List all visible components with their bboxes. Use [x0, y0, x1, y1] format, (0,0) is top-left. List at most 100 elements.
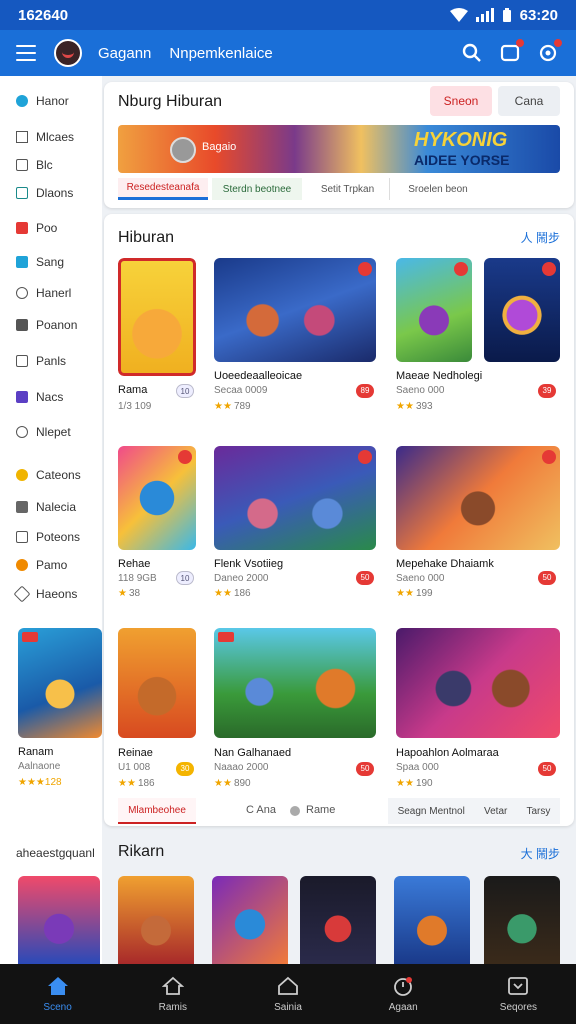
footer-tab-2[interactable]: C Ana	[246, 804, 276, 816]
tab-2[interactable]: Sterdn beotnee	[212, 178, 302, 200]
home-outline-icon	[278, 976, 298, 995]
sidebar-item-16[interactable]: Haeons	[13, 585, 77, 603]
calendar-icon	[16, 531, 28, 543]
notification-icon[interactable]	[498, 39, 524, 65]
wand-icon	[16, 426, 28, 438]
sidebar-item-5[interactable]: Poo	[16, 221, 57, 235]
sidebar-item-label: Pamo	[36, 558, 68, 572]
nav-label: Sceno	[43, 1001, 72, 1013]
promo-game-image[interactable]	[18, 628, 102, 738]
game-tile-image[interactable]	[394, 876, 470, 964]
nav-home[interactable]: Sceno	[0, 964, 115, 1024]
sidebar-item-6[interactable]: Sang	[16, 255, 64, 269]
nav-5[interactable]: Seqores	[461, 964, 576, 1024]
nav-3[interactable]: Sainia	[230, 964, 345, 1024]
primary-button[interactable]: Sneon	[430, 86, 492, 116]
sidebar-item-12[interactable]: Cateons	[16, 468, 81, 482]
footer-tab-1[interactable]: Mlambeohee	[118, 798, 196, 824]
tile-sub: Naaao 2000	[214, 762, 269, 773]
app-logo[interactable]	[54, 39, 82, 67]
search-icon[interactable]	[460, 41, 484, 65]
tile-pill: 50	[538, 762, 556, 776]
sidebar-item-label: Poo	[36, 221, 58, 235]
sidebar-item-11[interactable]: Nlepet	[16, 425, 71, 439]
game-tile-image[interactable]	[214, 258, 376, 362]
game-tile-image[interactable]	[118, 446, 196, 550]
teal-square-icon	[16, 256, 28, 268]
wifi-icon	[449, 8, 468, 22]
house-outline-icon	[161, 976, 184, 995]
timer-icon	[394, 976, 413, 996]
sidebar: Hanor Mlcaes Blc Dlaons Poo Sang Hanerl …	[0, 76, 102, 964]
nav-4[interactable]: Agaan	[346, 964, 461, 1024]
sidebar-item-3[interactable]: Blc	[16, 158, 53, 172]
game-tile-image[interactable]	[484, 876, 560, 964]
footer-tab-5[interactable]: Vetar	[484, 806, 507, 817]
menu-icon[interactable]	[16, 45, 36, 61]
featured-title: Nburg Hiburan	[118, 93, 223, 110]
promo-title: Ranam	[18, 746, 54, 758]
banner-avatar	[170, 137, 196, 163]
sidebar-item-10[interactable]: Nacs	[16, 390, 63, 404]
sidebar-item-home[interactable]: Hanor	[16, 94, 69, 108]
sidebar-item-15[interactable]: Pamo	[16, 558, 67, 572]
section2-see-more[interactable]: 大 鬧步	[521, 845, 560, 862]
tile-pill: 39	[538, 384, 556, 398]
game-tile-image[interactable]	[118, 258, 196, 376]
game-tile-image[interactable]	[396, 446, 560, 550]
section2-left-label[interactable]: aheaestgquanl	[16, 846, 95, 860]
secondary-button[interactable]: Cana	[498, 86, 560, 116]
sidebar-item-8[interactable]: Poanon	[16, 318, 77, 332]
sidebar-item-9[interactable]: Panls	[16, 354, 66, 368]
app-title[interactable]: Gagann	[98, 45, 151, 62]
sidebar-item-7[interactable]: Hanerl	[16, 286, 71, 300]
tab-4[interactable]: Sroelen beon	[396, 178, 480, 200]
footer-tab-3[interactable]: Rame	[306, 804, 335, 816]
game-tile-image[interactable]	[212, 876, 288, 964]
sidebar-item-label: Poteons	[36, 530, 81, 544]
featured-card: Nburg Hiburan Sneon Cana Bagaio HYKONIG …	[104, 82, 574, 208]
game-tile-image[interactable]	[214, 628, 376, 738]
promo-sub: Aalnaone	[18, 761, 61, 772]
gift-icon	[16, 559, 28, 571]
game-tile-image[interactable]	[396, 258, 472, 362]
tab-3[interactable]: Setit Trpkan	[306, 178, 390, 200]
tile-title: Nan Galhanaed	[214, 747, 292, 759]
see-more-link[interactable]: 人 鬧步	[521, 229, 560, 246]
sidebar-item-4[interactable]: Dlaons	[16, 186, 73, 200]
nav-label: Sainia	[274, 1001, 302, 1013]
tile-sub: U1 008	[118, 762, 151, 773]
sidebar-item-13[interactable]: Nalecia	[16, 500, 76, 514]
tile-pill: 50	[538, 571, 556, 585]
banner-left-label: Bagaio	[202, 141, 237, 153]
footer-tab-6[interactable]: Tarsy	[526, 806, 550, 817]
status-clock: 63:20	[519, 6, 558, 24]
sidebar-item-label: Nacs	[36, 390, 64, 404]
game-tile-image[interactable]	[118, 876, 194, 964]
game-tile-image[interactable]	[300, 876, 376, 964]
link-icon	[13, 585, 31, 603]
tile-sub: Saeno 000	[396, 385, 445, 396]
sidebar-item-2[interactable]: Mlcaes	[16, 130, 74, 144]
settings-icon[interactable]	[536, 39, 562, 65]
app-bar: Gagann Nnpemkenlaice	[0, 30, 576, 76]
game-tile-image[interactable]	[484, 258, 560, 362]
game-tile-image[interactable]	[18, 876, 100, 964]
tab-1[interactable]: Resedesteanafa	[118, 178, 208, 200]
game-tile-image[interactable]	[118, 628, 196, 738]
footer-tab-4[interactable]: Seagn Mentnol	[398, 806, 465, 817]
featured-banner[interactable]: Bagaio HYKONIG AIDEE YORSE	[118, 125, 560, 173]
game-tile-image[interactable]	[396, 628, 560, 738]
sidebar-item-14[interactable]: Poteons	[16, 530, 80, 544]
app-subtitle[interactable]: Nnpemkenlaice	[169, 45, 272, 62]
tile-sub: 118 9GB	[118, 573, 157, 584]
tile-sub: Daneo 2000	[214, 573, 269, 584]
footer-tab-group: Seagn Mentnol Vetar Tarsy	[388, 798, 560, 824]
game-tile-image[interactable]	[214, 446, 376, 550]
signal-icon	[475, 8, 494, 22]
tile-title: Reinae	[118, 747, 153, 759]
nav-2[interactable]: Ramis	[115, 964, 230, 1024]
tile-title: Uoeedeaalleoicae	[214, 370, 303, 382]
tile-pill: 10	[176, 384, 194, 398]
tile-pill: 89	[356, 384, 374, 398]
